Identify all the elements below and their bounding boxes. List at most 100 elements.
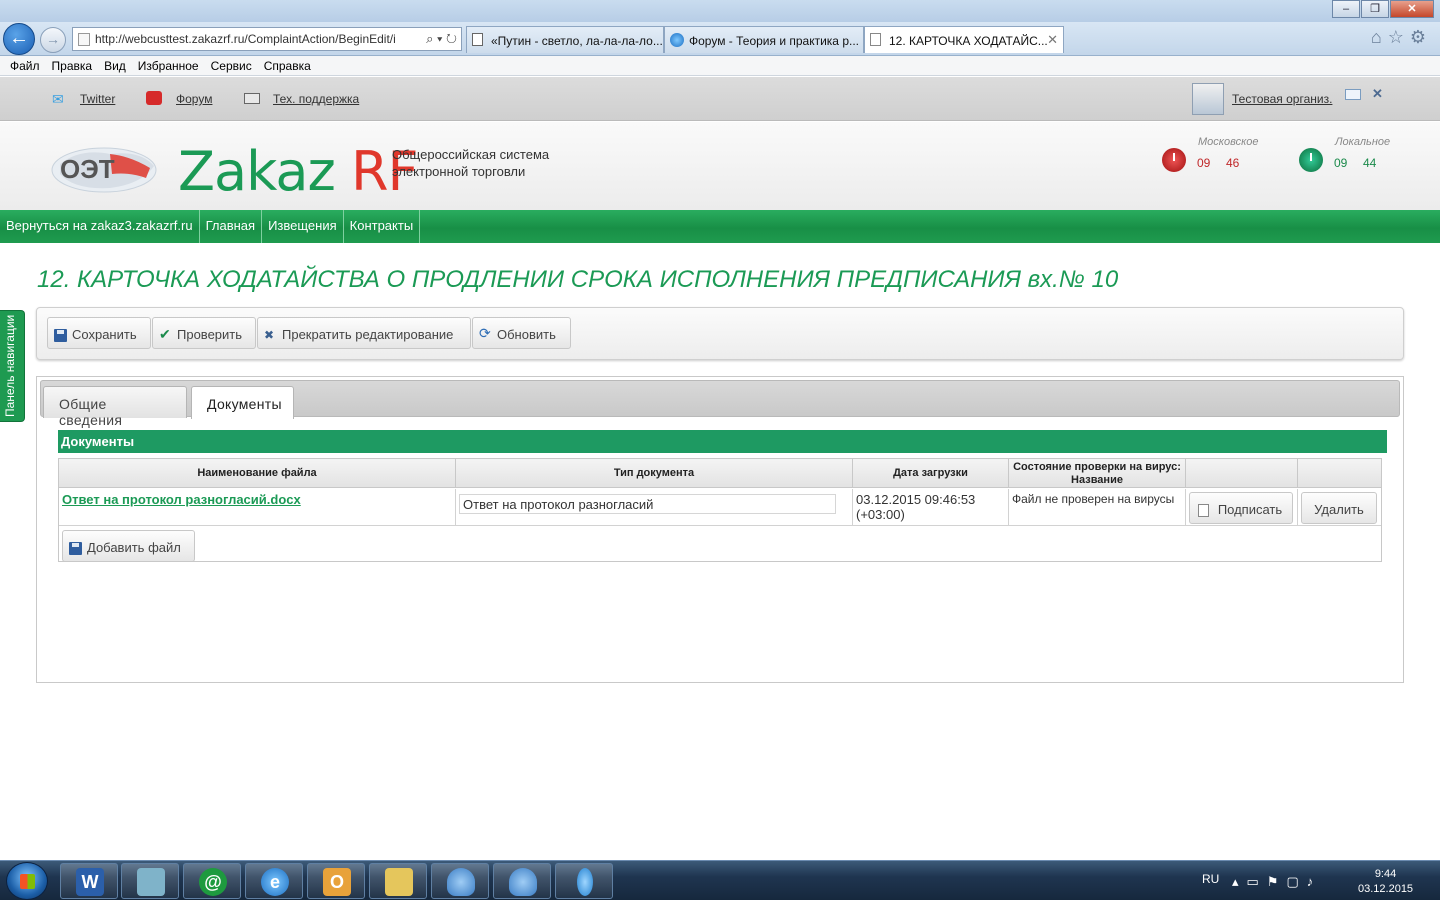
menu-tools[interactable]: Сервис: [205, 56, 258, 75]
home-star-gear-icons[interactable]: ⌂☆⚙: [1371, 27, 1432, 48]
menu-view[interactable]: Вид: [98, 56, 132, 75]
moscow-clock-label: Московское: [1198, 136, 1259, 148]
refresh-button[interactable]: ⟳ Обновить: [472, 317, 571, 349]
floppy-icon: [69, 542, 82, 555]
doc-type-cell: Ответ на протокол разногласий: [456, 489, 853, 526]
minimize-button[interactable]: –: [1332, 0, 1360, 18]
check-button[interactable]: ✔ Проверить: [152, 317, 256, 349]
browser-tab-active[interactable]: 12. КАРТОЧКА ХОДАТАЙС... ✕: [864, 26, 1064, 53]
organization-link[interactable]: Тестовая организ.: [1232, 92, 1332, 106]
user-icon: [509, 868, 537, 896]
refresh-icon: ⟳: [479, 325, 491, 341]
sign-button[interactable]: Подписать: [1189, 492, 1293, 524]
search-refresh-icons[interactable]: ⌕ ▾ ↻: [422, 31, 457, 47]
moscow-clock-icon: [1162, 148, 1186, 172]
save-button[interactable]: Сохранить: [47, 317, 151, 349]
forum-link[interactable]: Форум: [176, 92, 212, 106]
document-icon: [870, 33, 881, 46]
twitter-link[interactable]: Twitter: [80, 92, 115, 106]
local-minutes: 44: [1363, 156, 1377, 170]
menu-edit[interactable]: Правка: [46, 56, 99, 75]
virus-status-cell: Файл не проверен на вирусы: [1009, 489, 1186, 526]
nav-home[interactable]: Главная: [200, 210, 263, 243]
menu-file[interactable]: Файл: [4, 56, 46, 75]
doc-type-field[interactable]: Ответ на протокол разногласий: [459, 494, 836, 514]
back-button[interactable]: ←: [3, 23, 35, 55]
site-topstrip: ✉ Twitter Форум Тех. поддержка Тестовая …: [0, 77, 1440, 121]
tray-icons[interactable]: ▴▭⚑▢♪: [1232, 874, 1321, 890]
navigation-panel-toggle[interactable]: Панель навигации: [0, 310, 25, 422]
clock-time: 9:44: [1374, 868, 1397, 880]
forward-button[interactable]: →: [40, 27, 66, 53]
close-tab-icon[interactable]: ✕: [1047, 32, 1058, 48]
mail-icon[interactable]: [1345, 89, 1361, 100]
taskbar-clock[interactable]: 9:44 03.12.2015: [1358, 867, 1413, 897]
support-icon: [244, 93, 260, 104]
close-window-button[interactable]: ✕: [1390, 0, 1434, 18]
delete-button[interactable]: Удалить: [1301, 492, 1377, 524]
address-text: http://webcusttest.zakazrf.ru/ComplaintA…: [95, 32, 396, 46]
local-clock-icon: [1299, 148, 1323, 172]
column-header-delete: [1298, 459, 1381, 488]
taskbar-skype[interactable]: [555, 863, 613, 899]
forum-icon: [146, 91, 162, 105]
address-bar[interactable]: http://webcusttest.zakazrf.ru/ComplaintA…: [72, 27, 462, 51]
maximize-button[interactable]: ❐: [1361, 0, 1389, 18]
browser-tab-1[interactable]: «Путин - светло, ла-ла-ла-ло...: [466, 26, 664, 53]
taskbar-explorer[interactable]: [369, 863, 427, 899]
add-file-button[interactable]: Добавить файл: [62, 530, 195, 562]
content-tabs: Общие сведения Документы: [40, 380, 1400, 428]
taskbar-notebook[interactable]: [121, 863, 179, 899]
clock-date: 03.12.2015: [1358, 883, 1414, 895]
nav-back-to-zakaz3[interactable]: Вернуться на zakaz3.zakazrf.ru: [0, 210, 200, 243]
document-icon: [472, 33, 483, 46]
support-link[interactable]: Тех. поддержка: [273, 92, 359, 106]
tab-label: Форум - Теория и практика р...: [689, 34, 859, 48]
checkmark-icon: ✔: [159, 326, 171, 342]
taskbar-user-2[interactable]: [493, 863, 551, 899]
browser-tab-2[interactable]: Форум - Теория и практика р...: [664, 26, 864, 53]
start-button[interactable]: [6, 862, 48, 900]
column-header-sign: [1186, 459, 1298, 488]
column-header-virus-status: Состояние проверки на вирус: Название: [1009, 459, 1186, 488]
stop-editing-button[interactable]: ✖ Прекратить редактирование: [257, 317, 471, 349]
documents-table: Наименование файла Тип документа Дата за…: [58, 458, 1382, 562]
twitter-icon: ✉: [52, 91, 64, 107]
user-icon: [447, 868, 475, 896]
check-label: Проверить: [177, 327, 243, 342]
taskbar-mail-agent[interactable]: @: [183, 863, 241, 899]
toolbar: Сохранить ✔ Проверить ✖ Прекратить редак…: [36, 307, 1404, 360]
word-icon: W: [76, 868, 104, 896]
logout-icon[interactable]: ✕: [1372, 86, 1383, 102]
add-file-label: Добавить файл: [87, 540, 181, 555]
save-label: Сохранить: [72, 327, 137, 342]
local-clock-label: Локальное: [1335, 136, 1391, 148]
taskbar-outlook[interactable]: O: [307, 863, 365, 899]
taskbar-word[interactable]: W: [60, 863, 118, 899]
cross-icon: ✖: [264, 328, 275, 342]
tab-general-info[interactable]: Общие сведения: [43, 386, 187, 428]
tab-label: 12. КАРТОЧКА ХОДАТАЙС...: [889, 34, 1048, 48]
windows-taskbar: W @ e O RU ▴▭⚑▢♪ 9:44 03.12.2015: [0, 860, 1440, 900]
browser-menubar: Файл Правка Вид Избранное Сервис Справка: [0, 56, 1440, 76]
file-link[interactable]: Ответ на протокол разногласий.docx: [62, 492, 301, 507]
side-panel-label: Панель навигации: [3, 314, 17, 417]
moscow-minutes: 46: [1226, 156, 1240, 170]
content-panel: Общие сведения Документы Документы Наиме…: [36, 376, 1404, 683]
upload-date: 03.12.2015 09:46:53: [856, 492, 976, 507]
nav-contracts[interactable]: Контракты: [344, 210, 421, 243]
logo-mark-text: ОЭТ: [60, 154, 115, 184]
ie-icon: [670, 33, 684, 47]
documents-section-header: Документы: [58, 430, 1387, 453]
menu-help[interactable]: Справка: [258, 56, 317, 75]
taskbar-ie[interactable]: e: [245, 863, 303, 899]
subtitle-line-2: электронной торговли: [392, 164, 526, 179]
menu-favorites[interactable]: Избранное: [132, 56, 205, 75]
tab-documents[interactable]: Документы: [191, 386, 294, 419]
refresh-label: Обновить: [497, 327, 556, 342]
tab-label: «Путин - светло, ла-ла-ла-ло...: [491, 34, 663, 48]
notebook-icon: [137, 868, 165, 896]
taskbar-user-1[interactable]: [431, 863, 489, 899]
site-logo[interactable]: Zakaz RF: [178, 140, 419, 203]
nav-notices[interactable]: Извещения: [262, 210, 344, 243]
